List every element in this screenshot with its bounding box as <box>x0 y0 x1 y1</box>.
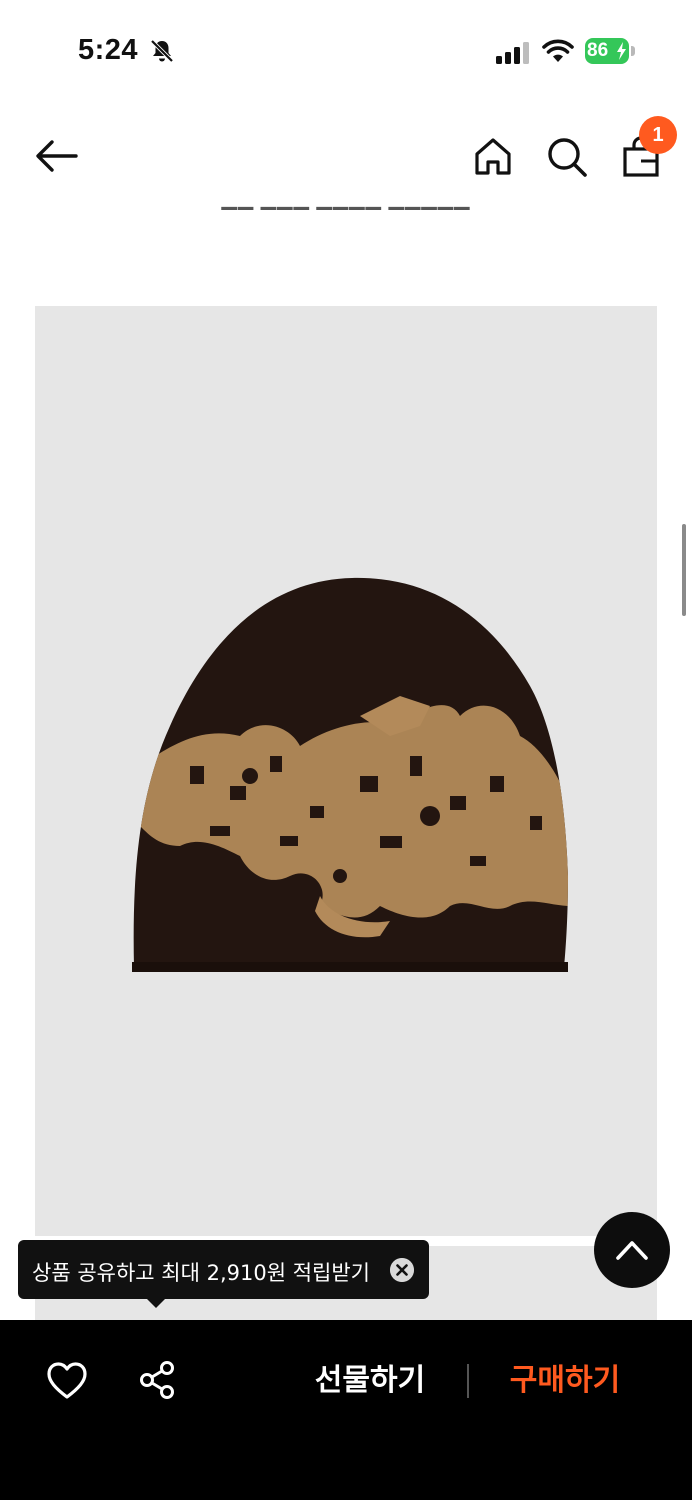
share-icon[interactable] <box>138 1360 176 1400</box>
back-arrow-icon[interactable] <box>34 138 78 174</box>
battery-charging-icon: 86 <box>585 38 635 64</box>
tooltip-arrow <box>146 1298 166 1308</box>
buy-button[interactable]: 구매하기 <box>495 1358 635 1404</box>
scroll-indicator[interactable] <box>682 524 686 616</box>
header-nav: 1 <box>0 110 692 204</box>
bottom-action-bar: 선물하기 구매하기 <box>0 1320 692 1500</box>
wifi-icon <box>542 39 574 62</box>
scroll-top-button[interactable] <box>594 1212 670 1288</box>
home-icon[interactable] <box>474 136 512 176</box>
close-circle-icon[interactable] <box>390 1258 414 1282</box>
tooltip-text: 상품 공유하고 최대 2,910원 적립받기 <box>32 1261 370 1285</box>
scrolled-out-text: ▁▁ ▁▁▁ ▁▁▁▁ ▁▁▁▁▁ <box>0 200 692 218</box>
product-image[interactable] <box>35 306 657 1236</box>
share-reward-tooltip: 상품 공유하고 최대 2,910원 적립받기 <box>18 1240 429 1299</box>
search-icon[interactable] <box>546 136 588 178</box>
divider <box>467 1364 469 1398</box>
signal-icon <box>496 42 529 64</box>
cart-count-badge: 1 <box>639 116 677 154</box>
status-bar: 5:24 86 <box>0 0 692 100</box>
gift-button[interactable]: 선물하기 <box>300 1358 440 1404</box>
status-time: 5:24 <box>78 34 139 66</box>
battery-level: 86 <box>587 40 609 61</box>
heart-icon[interactable] <box>47 1362 87 1400</box>
beanie-image <box>132 577 568 972</box>
bell-muted-icon <box>150 39 174 63</box>
chevron-up-icon <box>616 1241 648 1260</box>
